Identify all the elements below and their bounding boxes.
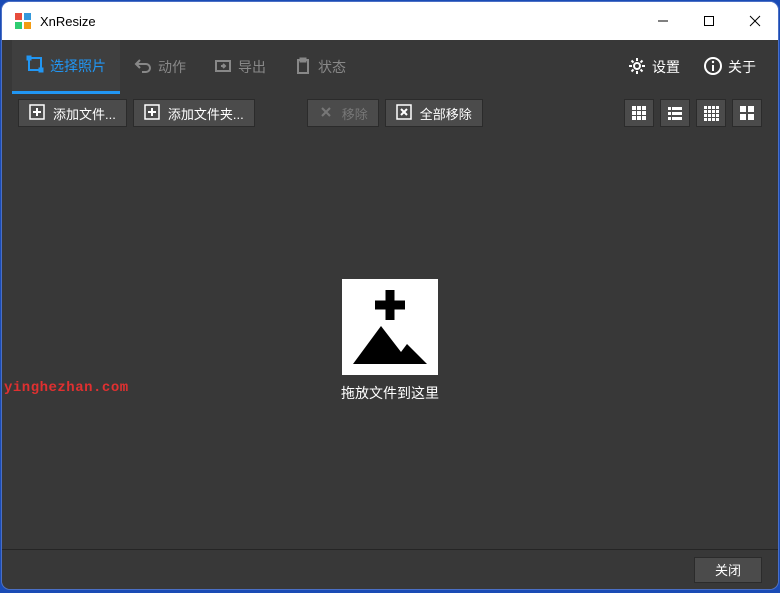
button-label: 添加文件...	[53, 104, 116, 123]
remove-all-button[interactable]: 全部移除	[385, 99, 483, 127]
tab-label: 动作	[158, 57, 186, 77]
settings-label: 设置	[652, 57, 680, 77]
app-icon	[14, 12, 32, 30]
content-area: 选择照片 动作 导出 状态 设置 关于	[2, 40, 778, 589]
about-button[interactable]: 关于	[692, 40, 768, 94]
view-grid-button[interactable]	[696, 99, 726, 127]
button-label: 移除	[342, 104, 368, 123]
tab-label: 选择照片	[50, 56, 106, 76]
drop-hint-text: 拖放文件到这里	[341, 383, 439, 403]
drop-zone[interactable]: yinghezhan.com 拖放文件到这里	[2, 132, 778, 549]
add-file-icon	[29, 104, 45, 123]
tab-label: 状态	[318, 57, 346, 77]
remove-all-icon	[396, 104, 412, 123]
maximize-button[interactable]	[686, 2, 732, 40]
window-title: XnResize	[40, 14, 640, 29]
footer: 关闭	[2, 549, 778, 589]
undo-icon	[134, 57, 152, 78]
tab-action[interactable]: 动作	[120, 40, 200, 94]
minimize-button[interactable]	[640, 2, 686, 40]
crop-icon	[26, 55, 44, 76]
titlebar: XnResize	[2, 2, 778, 40]
view-list-button[interactable]	[660, 99, 690, 127]
tab-select-photos[interactable]: 选择照片	[12, 40, 120, 94]
gear-icon	[628, 57, 646, 78]
button-label: 全部移除	[420, 104, 472, 123]
watermark-text: yinghezhan.com	[4, 380, 129, 396]
clipboard-icon	[294, 57, 312, 78]
view-grid-small-button[interactable]	[624, 99, 654, 127]
info-icon	[704, 57, 722, 78]
view-large-button[interactable]	[732, 99, 762, 127]
toolbar: 添加文件... 添加文件夹... 移除 全部移除	[2, 94, 778, 132]
close-button[interactable]: 关闭	[694, 557, 762, 583]
export-icon	[214, 57, 232, 78]
settings-button[interactable]: 设置	[616, 40, 692, 94]
button-label: 关闭	[715, 560, 741, 579]
about-label: 关于	[728, 57, 756, 77]
tab-export[interactable]: 导出	[200, 40, 280, 94]
drop-image-icon	[342, 279, 438, 375]
close-window-button[interactable]	[732, 2, 778, 40]
button-label: 添加文件夹...	[168, 104, 244, 123]
tab-bar: 选择照片 动作 导出 状态 设置 关于	[2, 40, 778, 94]
remove-button: 移除	[307, 99, 379, 127]
app-window: XnResize 选择照片 动作 导出 状态	[2, 2, 778, 589]
add-folder-button[interactable]: 添加文件夹...	[133, 99, 255, 127]
tab-label: 导出	[238, 57, 266, 77]
x-icon	[318, 104, 334, 123]
tab-status[interactable]: 状态	[280, 40, 360, 94]
add-folder-icon	[144, 104, 160, 123]
add-file-button[interactable]: 添加文件...	[18, 99, 127, 127]
